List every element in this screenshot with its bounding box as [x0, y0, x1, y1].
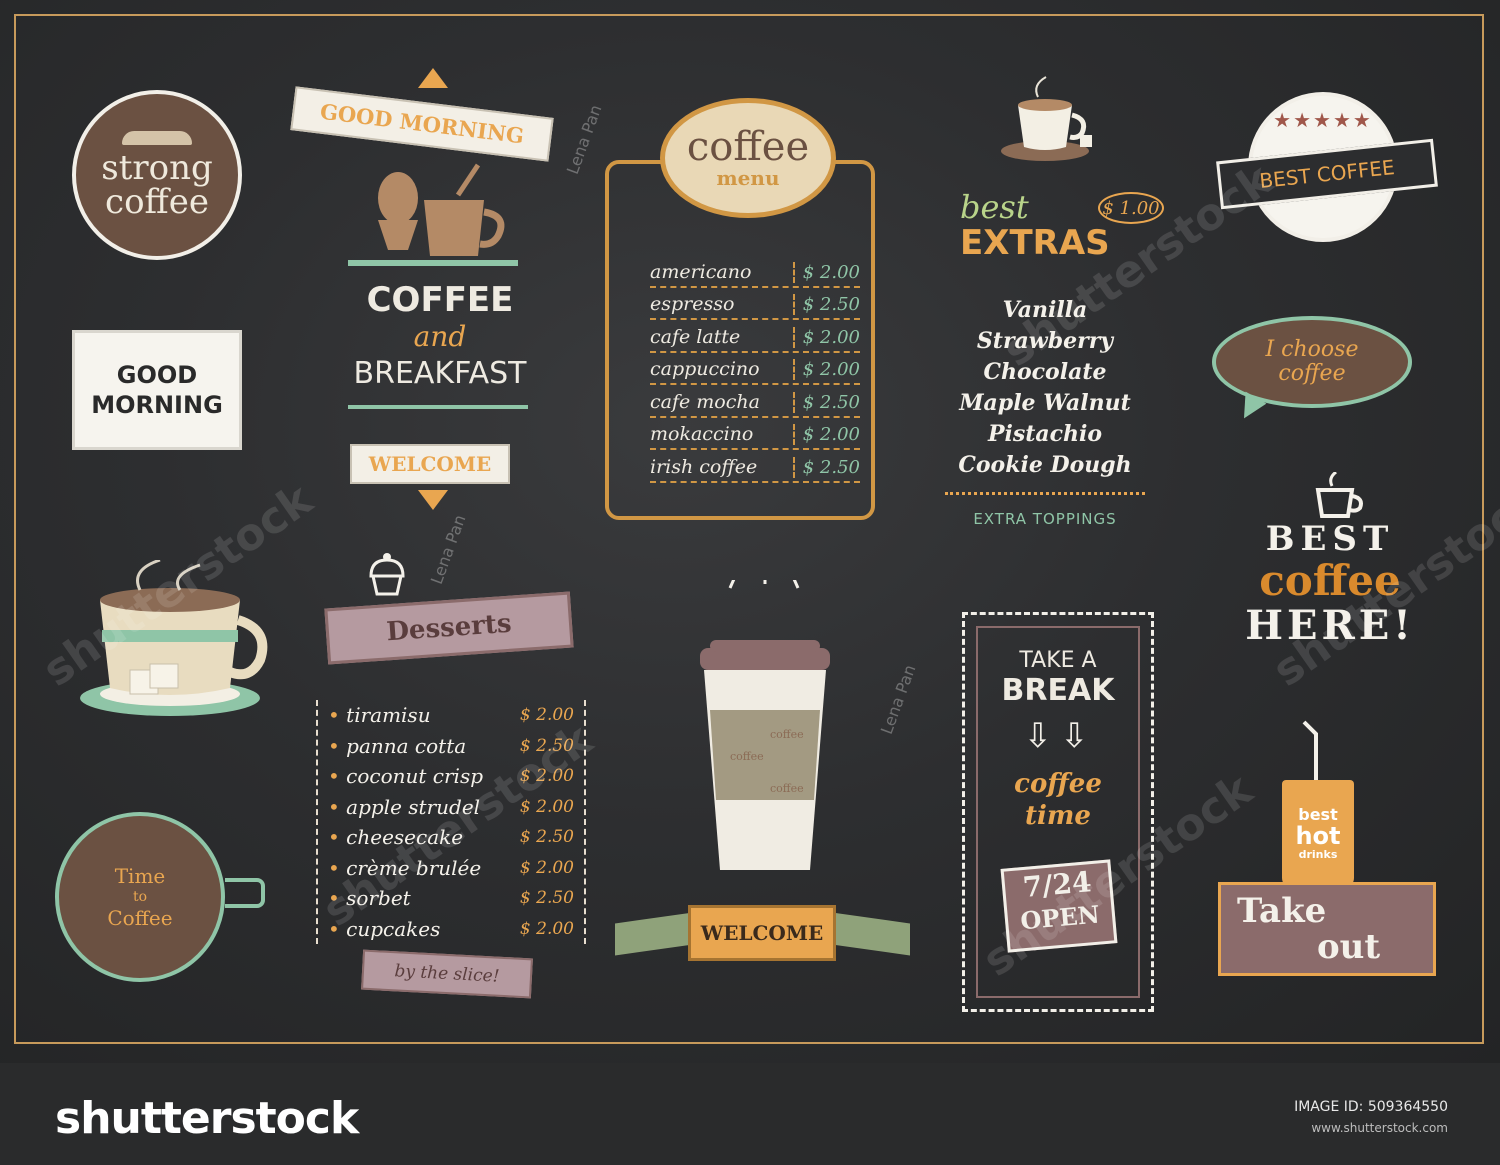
- extra-item: Chocolate: [983, 359, 1107, 385]
- item-price: $ 2.00: [519, 918, 574, 939]
- good-text: GOOD: [116, 361, 198, 389]
- extra-item: Cookie Dough: [958, 452, 1132, 478]
- welcome-ribbon: WELCOME: [350, 444, 510, 484]
- item-name: mokaccino: [650, 423, 754, 445]
- i-choose-text: I choose: [1265, 337, 1359, 362]
- coffee-time-text: coffee time: [976, 768, 1140, 832]
- takeaway-cup-icon: coffee coffee coffee: [700, 580, 830, 870]
- dessert-item: tiramisu$ 2.00: [328, 700, 574, 731]
- coffee-text: coffee: [105, 182, 209, 222]
- coffee-menu-list: americano $ 2.00 espresso $ 2.50 cafe latt…: [650, 255, 860, 483]
- item-price: $ 2.50: [792, 391, 860, 413]
- take-out-sign: Take out: [1218, 882, 1436, 976]
- time-text: time: [1025, 801, 1091, 831]
- menu-title: coffee: [686, 124, 810, 170]
- time-to-coffee-clock: Time to Coffee: [55, 812, 225, 982]
- mustache-icon: [122, 131, 192, 145]
- image-id-label: IMAGE ID: 509364550: [1294, 1099, 1448, 1115]
- morning-text: MORNING: [91, 391, 223, 419]
- item-price: $ 2.00: [792, 326, 860, 348]
- good-morning-sign: GOOD MORNING: [72, 330, 242, 450]
- item-name: cappuccino: [650, 358, 760, 380]
- time-text: Time: [114, 864, 166, 888]
- item-name: panna cotta: [328, 734, 466, 758]
- item-name: cafe latte: [650, 325, 741, 348]
- extra-item: Pistachio: [987, 421, 1103, 447]
- coffee-text: coffee: [1014, 769, 1102, 799]
- triangle-down-icon: [418, 490, 448, 510]
- extra-item: Maple Walnut: [959, 390, 1131, 416]
- menu-item: cafe latte $ 2.00: [650, 320, 860, 353]
- extras-price-tag: $ 1.00: [1098, 192, 1164, 224]
- cup-handle: [225, 878, 265, 908]
- coffee-cup-icon: [1315, 472, 1363, 518]
- out-text: out: [1317, 927, 1381, 967]
- item-price: $ 2.50: [519, 888, 574, 909]
- item-price: $ 2.00: [792, 424, 860, 445]
- menu-item: americano $ 2.00: [650, 255, 860, 288]
- take-a-text: TAKE A: [1019, 648, 1097, 673]
- strong-coffee-badge: strong coffee: [72, 90, 242, 260]
- coffee-text: COFFEE: [366, 280, 514, 320]
- break-text: BREAK: [1001, 673, 1115, 708]
- sleeve-coffee-text: coffee: [730, 750, 764, 763]
- item-price: $ 2.00: [519, 857, 574, 878]
- i-choose-coffee-bubble: I choose coffee: [1212, 316, 1412, 408]
- item-name: americano: [650, 260, 752, 283]
- to-text: to: [132, 889, 148, 905]
- coffee-cup-saucer-icon: [1001, 76, 1092, 161]
- divider: [348, 405, 528, 409]
- item-price: $ 2.00: [792, 261, 860, 283]
- coffee-and-breakfast-title: COFFEE and BREAKFAST: [340, 280, 540, 394]
- and-text: and: [413, 320, 467, 353]
- triangle-up-icon: [418, 68, 448, 88]
- item-price: $ 2.00: [792, 359, 860, 380]
- menu-item: espresso $ 2.50: [650, 288, 860, 320]
- drinks-text: drinks: [1298, 848, 1338, 861]
- sleeve-coffee-text: coffee: [770, 728, 804, 741]
- best-hot-drinks-cup: best hot drinks: [1282, 780, 1354, 888]
- hot-text: hot: [1295, 822, 1341, 850]
- egg-and-cup-icon: [348, 163, 518, 266]
- menu-item: cappuccino $ 2.00: [650, 353, 860, 385]
- item-name: irish coffee: [650, 455, 758, 478]
- menu-subtitle: menu: [716, 166, 780, 190]
- divider: [945, 492, 1145, 499]
- strong-text: strong: [101, 148, 213, 188]
- item-price: $ 2.50: [792, 294, 860, 315]
- coffee-text: coffee: [1278, 361, 1346, 386]
- shutterstock-logo: shutterstock: [55, 1093, 359, 1144]
- item-name: tiramisu: [328, 703, 430, 727]
- item-name: cafe mocha: [650, 390, 760, 413]
- item-name: espresso: [650, 293, 735, 315]
- welcome-banner: WELCOME: [688, 905, 836, 961]
- menu-item: irish coffee $ 2.50: [650, 450, 860, 483]
- straw-icon: [1302, 720, 1318, 780]
- item-price: $ 2.50: [519, 827, 574, 848]
- item-price: $ 2.50: [792, 456, 860, 478]
- coffee-menu-badge: coffee menu: [660, 98, 836, 218]
- breakfast-text: BREAKFAST: [353, 356, 527, 391]
- item-name: coconut crisp: [328, 764, 483, 788]
- stars-icon: ★★★★★: [1273, 108, 1373, 132]
- cupcake-icon: [369, 553, 405, 596]
- extra-toppings-label: EXTRA TOPPINGS: [973, 510, 1117, 528]
- site-url: www.shutterstock.com: [1311, 1121, 1448, 1135]
- take-text: Take: [1237, 891, 1327, 931]
- menu-item: cafe mocha $ 2.50: [650, 385, 860, 418]
- chalkboard: strong coffee GOOD MORNING Time to Coffe…: [0, 0, 1500, 1063]
- coffee-text: Coffee: [107, 906, 173, 930]
- down-arrows-icon: ⇩⇩: [1023, 716, 1097, 756]
- footer-bar: shutterstock IMAGE ID: 509364550 www.shu…: [0, 1063, 1500, 1165]
- sleeve-coffee-text: coffee: [770, 782, 804, 795]
- menu-item: mokaccino $ 2.00: [650, 418, 860, 450]
- take-a-break-title: TAKE A BREAK: [976, 648, 1140, 708]
